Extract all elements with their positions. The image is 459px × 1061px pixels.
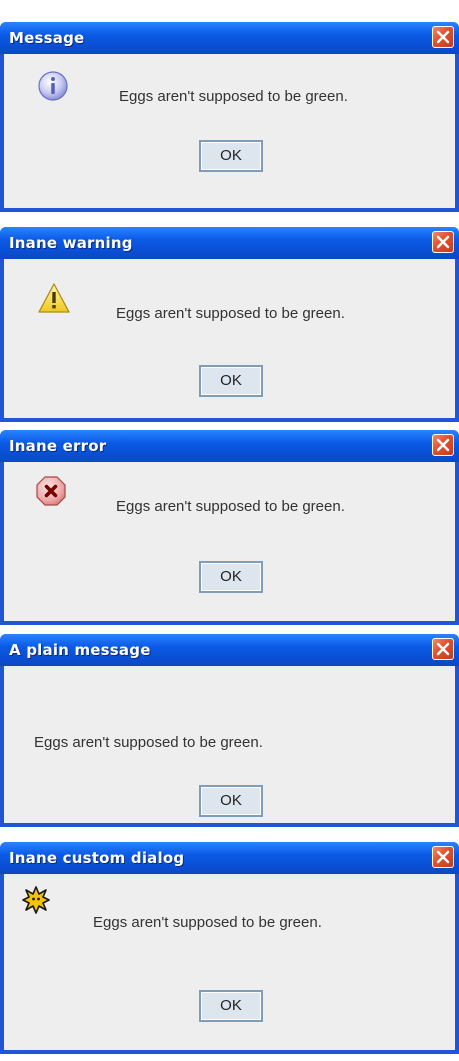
ok-label: OK [220,997,242,1014]
message-text: Eggs aren't supposed to be green. [116,305,345,322]
ok-label: OK [220,792,242,809]
dialog-content: Eggs aren't supposed to be green. OK [4,54,455,208]
dialog-content: Eggs aren't supposed to be green. OK [4,874,455,1050]
dialog-title: Inane custom dialog [9,849,185,867]
ok-label: OK [220,372,242,389]
dialog-content: Eggs aren't supposed to be green. OK [4,462,455,621]
ok-button[interactable]: OK [199,365,263,397]
message-text: Eggs aren't supposed to be green. [119,88,348,105]
plain-message-dialog: A plain message Eggs aren't supposed to … [0,634,459,827]
close-icon [436,235,450,249]
dialog-title: Inane error [9,437,107,455]
close-icon [436,438,450,452]
ok-button[interactable]: OK [199,140,263,172]
close-button[interactable] [432,846,454,868]
error-dialog: Inane error Eggs aren't supposed to be g… [0,430,459,625]
close-button[interactable] [432,26,454,48]
title-bar[interactable]: Inane error [0,430,459,462]
close-icon [436,642,450,656]
close-button[interactable] [432,434,454,456]
error-icon [36,476,66,506]
ok-button[interactable]: OK [199,990,263,1022]
title-bar[interactable]: Inane custom dialog [0,842,459,874]
message-text: Eggs aren't supposed to be green. [34,734,263,751]
warning-icon [38,283,70,313]
dialog-title: Inane warning [9,234,133,252]
close-icon [436,850,450,864]
message-dialog: Message Eggs aren't supposed to be green… [0,22,459,212]
title-bar[interactable]: Inane warning [0,227,459,259]
dialog-content: Eggs aren't supposed to be green. OK [4,666,455,823]
message-text: Eggs aren't supposed to be green. [116,498,345,515]
ok-button[interactable]: OK [199,561,263,593]
warning-dialog: Inane warning Eggs aren't supposed to be… [0,227,459,422]
message-text: Eggs aren't supposed to be green. [93,914,322,931]
close-button[interactable] [432,231,454,253]
dialog-title: Message [9,29,85,47]
title-bar[interactable]: Message [0,22,459,54]
close-icon [436,30,450,44]
information-icon [38,71,68,101]
close-button[interactable] [432,638,454,660]
ok-button[interactable]: OK [199,785,263,817]
ok-label: OK [220,568,242,585]
custom-star-icon [22,886,50,914]
ok-label: OK [220,147,242,164]
custom-dialog: Inane custom dialog Eggs aren't supposed… [0,842,459,1054]
dialog-title: A plain message [9,641,151,659]
dialog-content: Eggs aren't supposed to be green. OK [4,259,455,418]
title-bar[interactable]: A plain message [0,634,459,666]
